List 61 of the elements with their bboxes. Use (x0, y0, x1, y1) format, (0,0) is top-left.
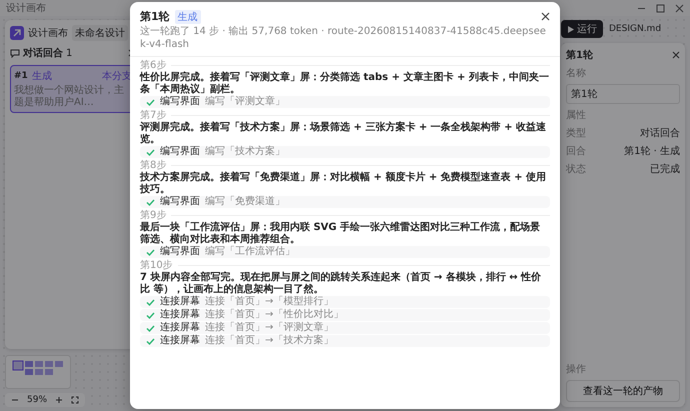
step-label: 第10步 (140, 260, 173, 271)
turn-index: #1 (14, 71, 28, 81)
action-title: 编写界面 (160, 196, 200, 208)
maximize-icon[interactable] (656, 4, 665, 12)
step-label: 第7步 (140, 110, 166, 121)
property-label: 状态 (566, 162, 586, 176)
view-output-button[interactable]: 查看这一轮的产物 (566, 380, 680, 402)
app-name: 设计画布 (28, 26, 68, 40)
window-title: 设计画布 (6, 2, 46, 15)
run-button[interactable]: 运行 (561, 20, 603, 38)
file-link[interactable]: DESIGN.md (609, 24, 662, 34)
step-text: 7 块屏内容全部写完。现在把屏与屏之间的跳转关系连起来（首页 → 各模块，排行 ↔ 性价比 等），让画布上的信息架构一目了然。 (140, 272, 542, 295)
app-logo-icon (10, 26, 24, 40)
action-title: 连接屏幕 (160, 309, 200, 321)
play-icon (567, 26, 574, 32)
action-title: 编写界面 (160, 96, 200, 108)
inspector-title: 第1轮 (566, 48, 593, 62)
step-label: 第9步 (140, 210, 166, 221)
close-icon[interactable] (541, 12, 550, 21)
section-title: 对话回合 (23, 46, 63, 60)
action-title: 连接屏幕 (160, 296, 200, 308)
close-icon[interactable] (672, 51, 680, 59)
name-field[interactable]: 第1轮 (566, 84, 680, 104)
section-label: 属性 (566, 108, 587, 122)
action-detail: 编写「评测文章」 (205, 96, 285, 108)
step-text: 评测屏完成。接着写「技术方案」屏：场景筛选 + 三张方案卡 + 一条全栈架构带 + 收益速览。 (140, 122, 548, 145)
plus-icon[interactable] (55, 396, 64, 404)
action-title: 编写界面 (160, 246, 200, 258)
action-detail: 编写「工作流评估」 (205, 246, 295, 258)
design-tab[interactable]: 未命名设计 (72, 25, 128, 41)
turn-text: 我想做一个网站设计，主题是帮助用户AI… (14, 85, 125, 109)
action-detail: 编写「技术方案」 (205, 146, 285, 158)
field-label: 名称 (566, 67, 587, 80)
action-title: 编写界面 (160, 146, 200, 158)
step-label: 第8步 (140, 160, 166, 171)
action-title: 连接屏幕 (160, 335, 200, 347)
action-detail: 连接「首页」→「性价比对比」 (205, 309, 344, 321)
action-detail: 编写「免费渠道」 (205, 196, 285, 208)
action-detail: 连接「首页」→「技术方案」 (205, 335, 334, 347)
close-icon[interactable] (675, 4, 684, 12)
step-text: 性价比屏完成。接着写「评测文章」屏：分类筛选 tabs + 文章主图卡 + 列表卡，中间夹一条「本周热议」副栏。 (140, 72, 550, 95)
action-detail: 连接「首页」→「评测文章」 (205, 322, 334, 334)
step-label: 第6步 (140, 60, 166, 71)
fit-screen-icon[interactable] (71, 396, 80, 404)
action-title: 连接屏幕 (160, 322, 200, 334)
status-badge: 生成 (174, 10, 201, 24)
property-value: 第1轮 · 生成 (624, 144, 680, 158)
action-detail: 连接「首页」→「模型排行」 (205, 296, 334, 308)
section-label: 操作 (566, 363, 587, 376)
property-label: 回合 (566, 145, 586, 158)
turn-tag: 生成 (32, 69, 52, 83)
turn-count: 1 (66, 48, 72, 58)
property-label: 类型 (566, 126, 586, 140)
chat-icon (10, 48, 20, 58)
step-text: 技术方案屏完成。接着写「免费渠道」屏：对比横幅 + 额度卡片 + 免费模型速查表 + 使用技巧。 (140, 172, 548, 195)
dialog-title: 第1轮 (140, 9, 170, 24)
zoom-level: 59% (27, 395, 48, 405)
property-value: 已完成 (650, 162, 680, 176)
property-value: 对话回合 (640, 126, 680, 140)
dialog-summary: 这一轮跑了 14 步 · 输出 57,768 token · route-20260815140837-41588c45.deepseek-v4-flash (140, 26, 547, 51)
step-text: 最后一块「工作流评估」屏：我用内联 SVG 手绘一张六维雷达图对比三种工作流，配场景筛选、横向对比表和本周推荐组合。 (140, 222, 542, 245)
